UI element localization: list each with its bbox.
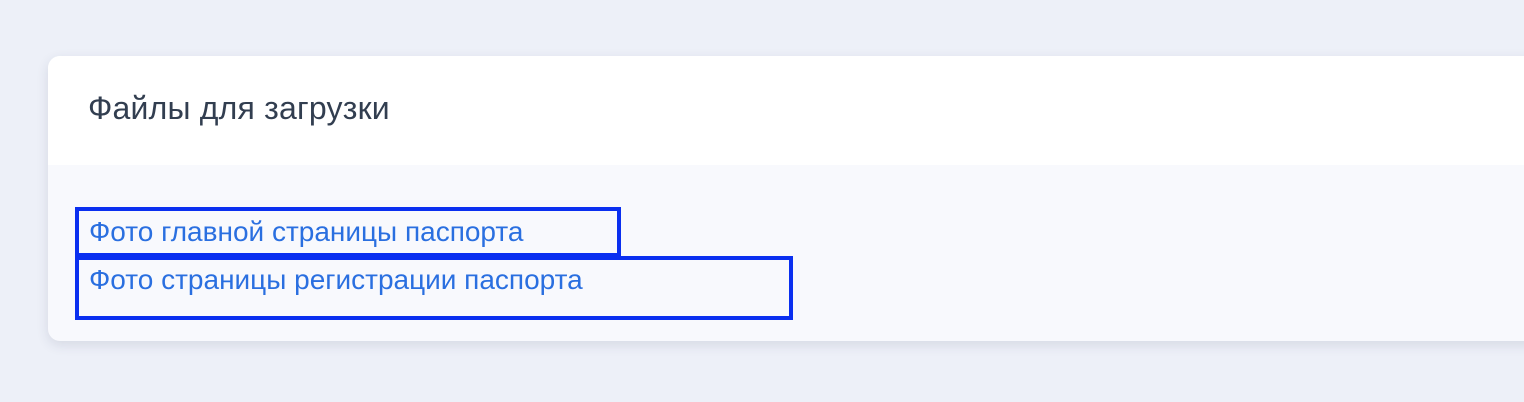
file-list: Фото главной страницы паспорта Фото стра… (48, 165, 1524, 341)
files-card: Файлы для загрузки Фото главной страницы… (48, 56, 1524, 341)
file-link-passport-main-page[interactable]: Фото главной страницы паспорта (75, 207, 621, 257)
file-link-passport-registration-page[interactable]: Фото страницы регистрации паспорта (75, 256, 793, 320)
section-title: Файлы для загрузки (88, 90, 390, 126)
card-header: Файлы для загрузки (48, 56, 1524, 165)
